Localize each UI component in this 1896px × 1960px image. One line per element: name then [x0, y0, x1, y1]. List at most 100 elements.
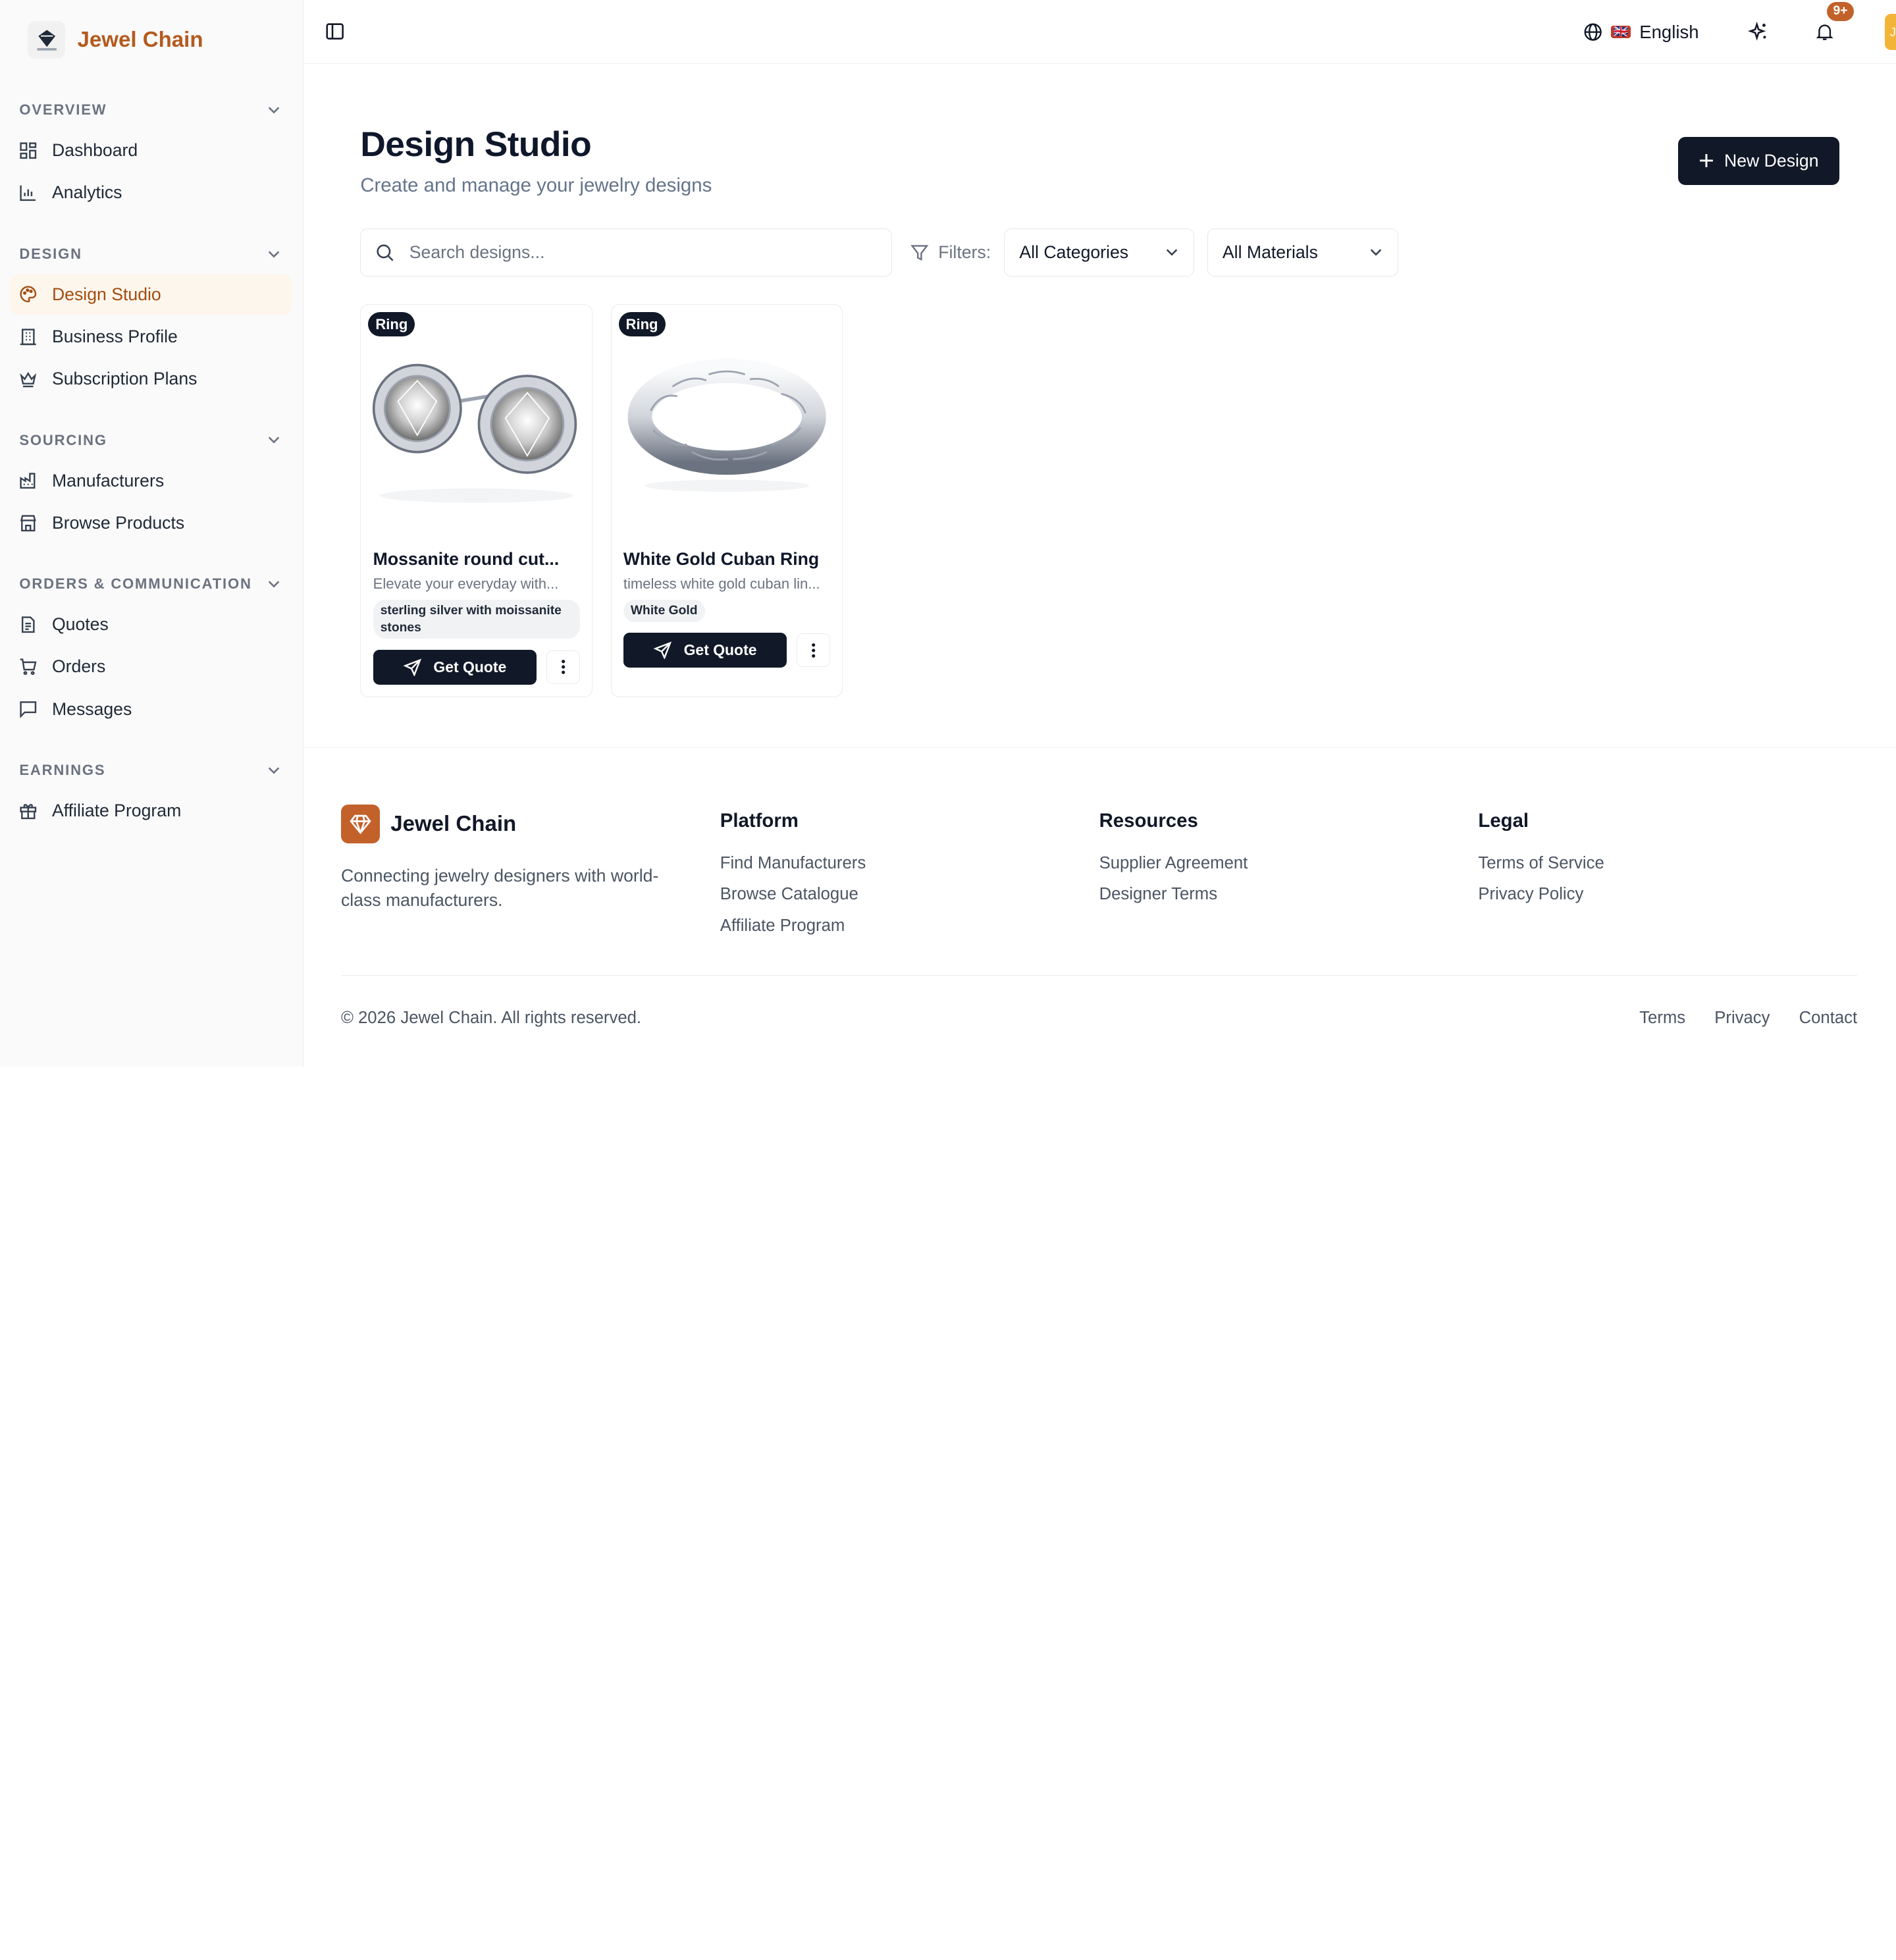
bar-chart-icon — [20, 185, 36, 201]
more-options-button[interactable] — [796, 633, 830, 668]
nav-section-sourcing: SOURCING Manufacturers Browse Products — [0, 422, 303, 543]
sidebar-item-subscription-plans[interactable]: Subscription Plans — [10, 359, 292, 399]
footer-column-resources: Resources Supplier Agreement Designer Te… — [1099, 805, 1479, 935]
footer-column-title: Resources — [1099, 809, 1198, 832]
footer-link-affiliate-program[interactable]: Affiliate Program — [720, 916, 1099, 936]
footer-link-privacy[interactable]: Privacy — [1714, 1009, 1770, 1028]
crown-icon — [20, 371, 37, 388]
footer: Jewel Chain Connecting jewelry designers… — [303, 747, 1896, 1067]
document-icon — [22, 616, 35, 633]
brand-logo — [28, 21, 66, 59]
get-quote-button[interactable]: Get Quote — [373, 649, 537, 685]
filter-bar: Filters: All Categories All Materials — [360, 228, 1839, 277]
material-select[interactable]: All Materials — [1207, 228, 1399, 277]
language-selector[interactable]: 🇬🇧 English — [1583, 22, 1699, 43]
sidebar-item-design-studio[interactable]: Design Studio — [9, 274, 292, 315]
footer-tagline: Connecting jewelry designers with world-… — [340, 866, 659, 911]
section-header-design[interactable]: DESIGN — [0, 236, 303, 272]
footer-brand[interactable]: Jewel Chain — [340, 805, 720, 844]
card-title: Mossanite round cut... — [373, 549, 560, 569]
new-design-label: New Design — [1724, 150, 1819, 171]
footer-link-designer-terms[interactable]: Designer Terms — [1099, 885, 1479, 904]
sidebar: Jewel Chain OVERVIEW Dashboard Analytics… — [0, 0, 303, 1067]
grid-icon — [20, 142, 37, 159]
user-avatar[interactable]: J — [1885, 14, 1896, 51]
nav-section-overview: OVERVIEW Dashboard Analytics — [0, 92, 303, 213]
copyright: © 2026 Jewel Chain. All rights reserved. — [340, 1008, 642, 1027]
gift-icon — [20, 803, 37, 819]
more-vertical-icon — [811, 643, 815, 658]
section-header-earnings[interactable]: EARNINGS — [0, 752, 303, 788]
search-box[interactable] — [360, 228, 893, 277]
sidebar-item-dashboard[interactable]: Dashboard — [10, 130, 292, 171]
category-tag: Ring — [618, 312, 666, 337]
sidebar-toggle-button[interactable] — [321, 17, 350, 46]
design-image-ring[interactable]: Ring — [612, 305, 843, 541]
footer-link-browse-catalogue[interactable]: Browse Catalogue — [720, 885, 1099, 904]
nav-section-earnings: EARNINGS Affiliate Program — [0, 752, 303, 830]
sidebar-item-label: Business Profile — [51, 326, 178, 346]
sidebar-item-analytics[interactable]: Analytics — [10, 173, 292, 213]
footer-bottom-links: Terms Privacy Contact — [1639, 1009, 1857, 1028]
sidebar-item-label: Analytics — [51, 182, 122, 203]
store-icon — [20, 514, 37, 531]
card-actions: Get Quote — [373, 649, 580, 685]
card-actions: Get Quote — [623, 633, 830, 668]
section-header-overview[interactable]: OVERVIEW — [0, 92, 303, 128]
chevron-down-icon — [1370, 249, 1382, 256]
filters-label: Filters: — [910, 242, 991, 263]
footer-link-privacy-policy[interactable]: Privacy Policy — [1478, 885, 1857, 904]
globe-icon — [1584, 23, 1602, 41]
footer-link-find-manufacturers[interactable]: Find Manufacturers — [720, 854, 1099, 873]
sidebar-item-business-profile[interactable]: Business Profile — [10, 317, 292, 357]
sidebar-item-browse-products[interactable]: Browse Products — [10, 503, 292, 543]
send-icon — [403, 658, 421, 677]
notification-count-badge: 9+ — [1827, 1, 1854, 22]
category-select-value: All Categories — [1019, 242, 1129, 262]
material-select-value: All Materials — [1222, 242, 1318, 262]
design-card[interactable]: Ring White Gold Cuban Ring timeless whit… — [610, 304, 843, 698]
footer-link-supplier-agreement[interactable]: Supplier Agreement — [1099, 854, 1479, 873]
brand[interactable]: Jewel Chain — [0, 0, 303, 80]
ai-sparkle-button[interactable] — [1744, 18, 1773, 47]
card-body: Mossanite round cut... Elevate your ever… — [361, 549, 592, 685]
send-icon — [653, 641, 672, 660]
get-quote-button[interactable]: Get Quote — [623, 633, 787, 668]
earrings-image — [372, 363, 577, 503]
diamond-icon — [340, 805, 380, 844]
sidebar-item-orders[interactable]: Orders — [10, 647, 292, 687]
footer-columns: Jewel Chain Connecting jewelry designers… — [340, 805, 1857, 936]
sidebar-toggle-icon — [326, 23, 344, 40]
sidebar-item-affiliate-program[interactable]: Affiliate Program — [10, 791, 292, 831]
footer-column-legal: Legal Terms of Service Privacy Policy — [1478, 805, 1857, 935]
building-icon — [20, 329, 37, 345]
section-header-sourcing[interactable]: SOURCING — [0, 422, 303, 458]
more-options-button[interactable] — [546, 650, 580, 685]
design-image-earrings[interactable]: Ring — [361, 305, 592, 541]
sidebar-item-label: Quotes — [51, 614, 109, 635]
section-title: DESIGN — [19, 245, 82, 262]
new-design-button[interactable]: New Design — [1678, 136, 1839, 185]
cart-icon — [20, 658, 37, 675]
section-header-orders[interactable]: ORDERS & COMMUNICATION — [0, 566, 303, 602]
sparkle-icon — [1748, 22, 1766, 41]
sidebar-item-manufacturers[interactable]: Manufacturers — [10, 461, 292, 501]
footer-link-terms-of-service[interactable]: Terms of Service — [1478, 854, 1857, 873]
design-card[interactable]: Ring Mossanite round cut... Elevate your… — [360, 304, 592, 698]
search-input[interactable] — [409, 242, 869, 263]
page-title: Design Studio — [360, 125, 592, 165]
sidebar-item-label: Subscription Plans — [51, 369, 198, 389]
chevron-down-icon — [268, 437, 280, 444]
nav-section-design: DESIGN Design Studio Business Profile Su… — [0, 236, 303, 399]
message-icon — [20, 701, 37, 718]
design-cards: Ring Mossanite round cut... Elevate your… — [360, 304, 1839, 698]
sidebar-item-quotes[interactable]: Quotes — [10, 604, 292, 645]
sidebar-item-label: Manufacturers — [51, 470, 165, 490]
category-select[interactable]: All Categories — [1004, 228, 1194, 277]
topbar-actions: 🇬🇧 English 9+ J — [1583, 0, 1896, 64]
footer-link-terms[interactable]: Terms — [1639, 1009, 1685, 1028]
sidebar-item-messages[interactable]: Messages — [10, 689, 292, 729]
footer-column-title: Legal — [1478, 809, 1529, 832]
notifications-button[interactable]: 9+ — [1810, 1, 1854, 47]
footer-link-contact[interactable]: Contact — [1799, 1009, 1858, 1028]
